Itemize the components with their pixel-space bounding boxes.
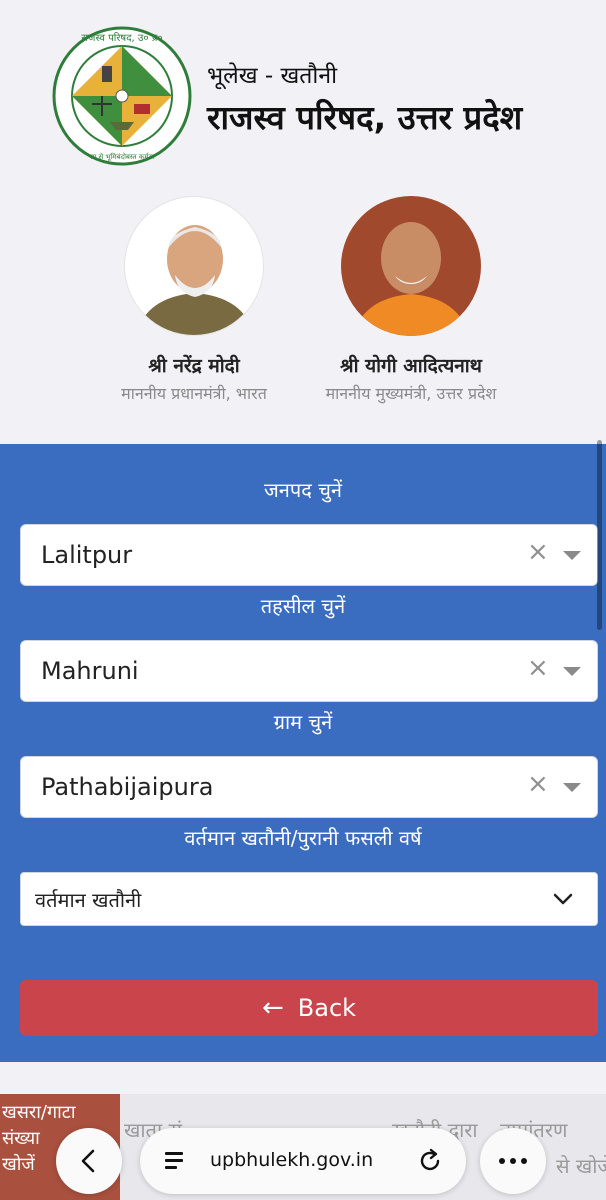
leader-photo-cm bbox=[341, 196, 481, 336]
logo-ring-text-top: राजस्व परिषद, उ० प्र० bbox=[81, 32, 162, 44]
district-dropdown-icon[interactable] bbox=[563, 551, 581, 560]
browser-back-button[interactable] bbox=[56, 1128, 122, 1194]
page-header: राजस्व परिषद, उ० प्र० सा से भूमिबंदोबस्त… bbox=[0, 0, 606, 414]
reload-icon[interactable] bbox=[416, 1147, 444, 1175]
browser-address-bar[interactable]: upbhulekh.gov.in bbox=[140, 1128, 466, 1194]
village-selected-value: Pathabijaipura bbox=[41, 773, 214, 801]
more-dots-icon bbox=[499, 1158, 527, 1164]
tehsil-label: तहसील चुनें bbox=[260, 594, 346, 618]
tehsil-clear-icon[interactable]: × bbox=[527, 653, 549, 683]
year-selected-value: वर्तमान खतौनी bbox=[35, 888, 142, 912]
back-button[interactable]: ← Back bbox=[20, 980, 598, 1036]
reader-mode-icon[interactable] bbox=[162, 1148, 188, 1174]
browser-more-button[interactable] bbox=[480, 1128, 546, 1194]
village-select[interactable]: Pathabijaipura × bbox=[20, 756, 598, 818]
leader-name-cm: श्री योगी आदित्यनाथ bbox=[340, 355, 482, 377]
year-label: वर्तमान खतौनी/पुरानी फसली वर्ष bbox=[184, 826, 422, 850]
arrow-left-icon: ← bbox=[261, 993, 284, 1023]
leader-photo-pm bbox=[124, 196, 264, 336]
board-of-revenue-logo: राजस्व परिषद, उ० प्र० सा से भूमिबंदोबस्त… bbox=[52, 26, 192, 166]
village-clear-icon[interactable]: × bbox=[527, 769, 549, 799]
page-subtitle: भूलेख - खतौनी bbox=[207, 63, 338, 89]
leader-name-pm: श्री नरेंद्र मोदी bbox=[148, 355, 240, 377]
leader-role-cm: माननीय मुख्यमंत्री, उत्तर प्रदेश bbox=[325, 384, 497, 403]
tab-name-search[interactable]: से खोजें bbox=[556, 1152, 606, 1179]
page-scrollbar[interactable] bbox=[597, 440, 602, 630]
district-selected-value: Lalitpur bbox=[41, 541, 133, 569]
tehsil-dropdown-icon[interactable] bbox=[563, 667, 581, 676]
leader-role-pm: माननीय प्रधानमंत्री, भारत bbox=[121, 384, 267, 403]
tehsil-selected-value: Mahruni bbox=[41, 657, 139, 685]
chevron-down-icon bbox=[553, 893, 573, 905]
page-title: राजस्व परिषद, उत्तर प्रदेश bbox=[207, 98, 523, 137]
district-clear-icon[interactable]: × bbox=[527, 537, 549, 567]
tehsil-select[interactable]: Mahruni × bbox=[20, 640, 598, 702]
district-select[interactable]: Lalitpur × bbox=[20, 524, 598, 586]
village-label: ग्राम चुनें bbox=[273, 710, 333, 734]
year-select[interactable]: वर्तमान खतौनी bbox=[20, 872, 598, 926]
leader-card-pm: श्री नरेंद्र मोदी माननीय प्रधानमंत्री, भ… bbox=[84, 196, 304, 404]
village-dropdown-icon[interactable] bbox=[563, 783, 581, 792]
district-label: जनपद चुनें bbox=[263, 478, 343, 502]
url-text: upbhulekh.gov.in bbox=[210, 1149, 374, 1171]
chevron-left-icon bbox=[81, 1149, 95, 1173]
tab-khasra-line1: खसरा/गाटा bbox=[2, 1102, 76, 1123]
logo-ring-text-bottom: सा से भूमिबंदोबस्त कर्मठा bbox=[90, 152, 155, 161]
back-button-label: Back bbox=[297, 994, 357, 1022]
search-form-panel: जनपद चुनें Lalitpur × तहसील चुनें Mahrun… bbox=[0, 444, 606, 1062]
leader-card-cm: श्री योगी आदित्यनाथ माननीय मुख्यमंत्री, … bbox=[301, 196, 521, 404]
